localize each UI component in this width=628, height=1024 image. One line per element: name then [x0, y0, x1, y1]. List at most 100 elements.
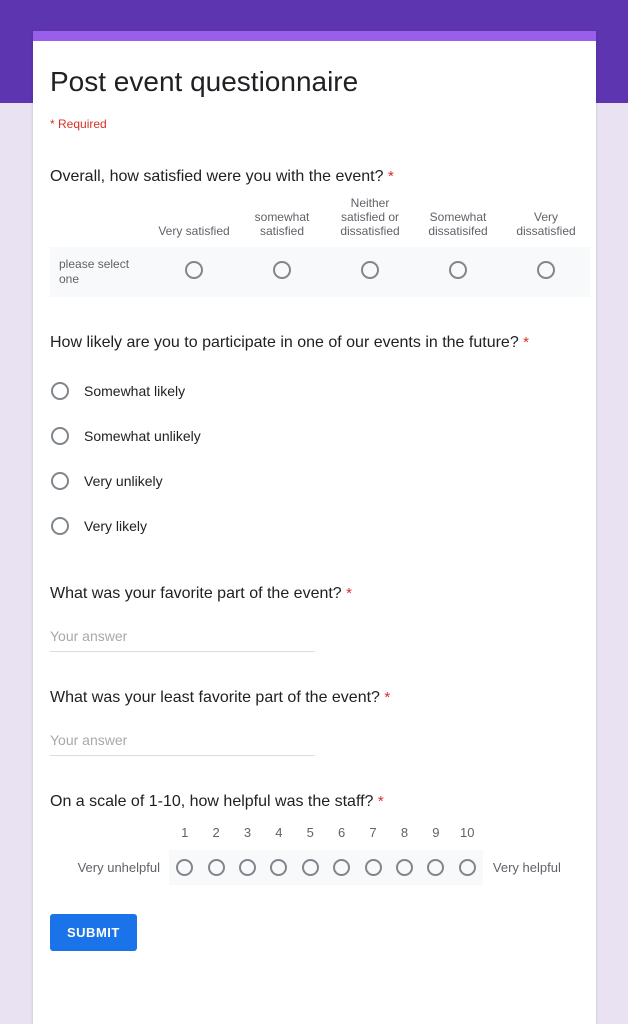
radio-icon[interactable] — [449, 260, 467, 279]
satisfaction-grid-table: Very satisfied somewhat satisfied Neithe… — [50, 196, 590, 297]
question-text: What was your favorite part of the event… — [50, 585, 342, 602]
least-favorite-part-input[interactable]: Your answer — [50, 731, 315, 756]
grid-radio-cell-1[interactable] — [150, 247, 238, 297]
scale-option-8[interactable] — [389, 859, 420, 876]
grid-column-header: somewhat satisfied — [254, 210, 310, 238]
choice-label: Somewhat likely — [84, 382, 186, 399]
input-placeholder: Your answer — [50, 732, 128, 748]
grid-radio-cell-5[interactable] — [502, 247, 590, 297]
radio-icon[interactable] — [458, 859, 476, 876]
question-text: What was your least favorite part of the… — [50, 689, 380, 706]
scale-option-6[interactable] — [326, 859, 357, 876]
choice-label: Somewhat unlikely — [84, 427, 201, 444]
scale-tick-label: 8 — [400, 825, 409, 840]
scale-tick-label: 2 — [212, 825, 220, 840]
scale-tick-labels: 1 2 3 4 5 6 7 8 9 10 — [169, 825, 580, 841]
scale-option-5[interactable] — [295, 859, 326, 876]
favorite-part-input[interactable]: Your answer — [50, 627, 315, 652]
radio-icon[interactable] — [301, 859, 319, 876]
grid-header-row: Very satisfied somewhat satisfied Neithe… — [50, 196, 590, 247]
form-card: Post event questionnaire * Required Over… — [33, 31, 596, 1024]
question-favorite-part: What was your favorite part of the event… — [50, 582, 580, 652]
scale-tick-label: 6 — [338, 825, 346, 840]
choice-option-very-likely[interactable]: Very likely — [50, 503, 580, 548]
grid-corner-cell — [50, 196, 150, 247]
radio-icon[interactable] — [273, 260, 291, 279]
form-body: Post event questionnaire * Required Over… — [33, 41, 596, 991]
scale-tick-label: 3 — [243, 825, 252, 840]
choice-label: Very unlikely — [84, 472, 163, 489]
scale-row: Very unhelpful Very helpful — [50, 850, 580, 885]
grid-column-header: Very satisfied — [158, 224, 230, 238]
scale-option-2[interactable] — [200, 859, 231, 876]
radio-icon[interactable] — [427, 859, 445, 876]
required-asterisk: * — [523, 334, 530, 351]
question-title: On a scale of 1-10, how helpful was the … — [50, 790, 580, 813]
grid-radio-cell-2[interactable] — [238, 247, 326, 297]
radio-icon[interactable] — [51, 516, 69, 535]
scale-option-1[interactable] — [169, 859, 200, 876]
grid-row-label: please select one — [59, 257, 130, 286]
radio-icon[interactable] — [361, 260, 379, 279]
submit-area: SUBMIT — [50, 914, 580, 991]
choice-label: Very likely — [84, 517, 148, 534]
grid-radio-cell-3[interactable] — [326, 247, 414, 297]
scale-tick-label: 5 — [306, 825, 314, 840]
form-page: Post event questionnaire * Required Over… — [0, 0, 628, 1024]
scale-low-label: Very unhelpful — [77, 860, 160, 875]
scale-option-7[interactable] — [357, 859, 388, 876]
choice-option-somewhat-likely[interactable]: Somewhat likely — [50, 368, 580, 413]
required-asterisk: * — [384, 689, 391, 706]
linear-scale: 1 2 3 4 5 6 7 8 9 10 Very unhelpful Very… — [50, 825, 580, 885]
required-asterisk: * — [387, 168, 394, 185]
scale-options — [169, 850, 483, 885]
choice-list: Somewhat likely Somewhat unlikely Very u… — [50, 368, 580, 548]
scale-tick-label: 7 — [369, 825, 377, 840]
scale-option-3[interactable] — [232, 859, 263, 876]
question-title: What was your favorite part of the event… — [50, 582, 580, 605]
radio-icon[interactable] — [333, 859, 351, 876]
required-asterisk: * — [377, 793, 384, 810]
page-title: Post event questionnaire — [50, 66, 359, 97]
submit-button[interactable]: SUBMIT — [50, 914, 137, 951]
question-title: Overall, how satisfied were you with the… — [50, 165, 580, 188]
question-title: How likely are you to participate in one… — [50, 331, 580, 354]
scale-option-9[interactable] — [420, 859, 451, 876]
radio-icon[interactable] — [185, 260, 203, 279]
choice-option-very-unlikely[interactable]: Very unlikely — [50, 458, 580, 503]
card-accent-bar — [33, 31, 596, 41]
question-text: How likely are you to participate in one… — [50, 334, 519, 351]
radio-icon[interactable] — [51, 471, 69, 490]
question-text: Overall, how satisfied were you with the… — [50, 168, 384, 185]
grid-column-header: Very dissatisfied — [516, 210, 576, 238]
scale-option-10[interactable] — [452, 859, 483, 876]
radio-icon[interactable] — [51, 426, 69, 445]
grid-radio-cell-4[interactable] — [414, 247, 502, 297]
radio-icon[interactable] — [238, 859, 256, 876]
radio-icon[interactable] — [537, 260, 555, 279]
question-least-favorite-part: What was your least favorite part of the… — [50, 686, 580, 756]
question-text: On a scale of 1-10, how helpful was the … — [50, 793, 374, 810]
radio-icon[interactable] — [207, 859, 225, 876]
radio-icon[interactable] — [395, 859, 413, 876]
scale-tick-label: 10 — [459, 825, 475, 840]
input-placeholder: Your answer — [50, 628, 128, 644]
scale-option-4[interactable] — [263, 859, 294, 876]
radio-icon[interactable] — [270, 859, 288, 876]
radio-icon[interactable] — [51, 381, 69, 400]
grid-column-header: Neither satisfied or dissatisfied — [340, 196, 400, 238]
grid-row: please select one — [50, 247, 590, 297]
question-future-participation: How likely are you to participate in one… — [50, 331, 580, 548]
question-satisfaction-grid: Overall, how satisfied were you with the… — [50, 165, 590, 297]
scale-tick-label: 4 — [275, 825, 283, 840]
grid-column-header: Somewhat dissatisifed — [428, 210, 488, 238]
scale-tick-label: 1 — [181, 825, 189, 840]
radio-icon[interactable] — [364, 859, 382, 876]
grid-container: Very satisfied somewhat satisfied Neithe… — [50, 196, 590, 297]
radio-icon[interactable] — [176, 859, 194, 876]
scale-tick-label: 9 — [432, 825, 440, 840]
question-title: What was your least favorite part of the… — [50, 686, 580, 709]
required-note: * Required — [50, 117, 107, 131]
choice-option-somewhat-unlikely[interactable]: Somewhat unlikely — [50, 413, 580, 458]
scale-high-label: Very helpful — [492, 860, 561, 875]
